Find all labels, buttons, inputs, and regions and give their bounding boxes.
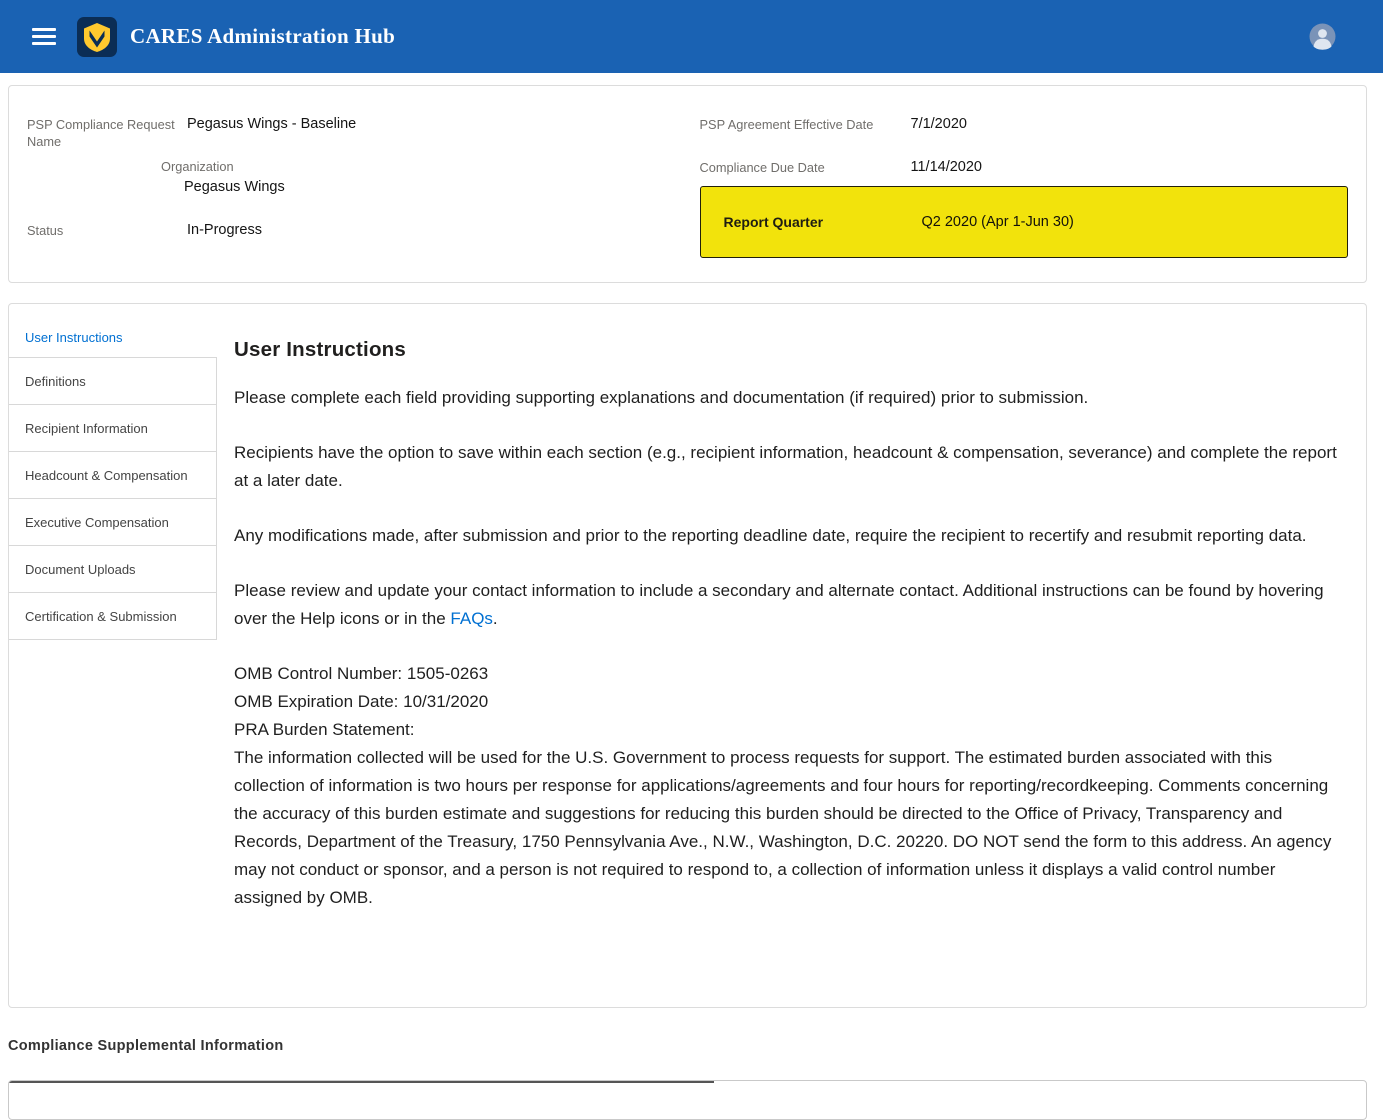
user-avatar-icon[interactable]: [1309, 23, 1336, 50]
instruction-paragraph-4-text: Please review and update your contact in…: [234, 581, 1324, 628]
organization-field: Organization Pegasus Wings: [27, 158, 688, 196]
cares-shield-logo-icon[interactable]: [77, 17, 117, 57]
app-header: CARES Administration Hub: [0, 0, 1383, 73]
hamburger-menu-icon[interactable]: [32, 28, 56, 45]
omb-expiration-date: OMB Expiration Date: 10/31/2020: [234, 688, 1346, 716]
sidebar-item-recipient-information[interactable]: Recipient Information: [9, 404, 217, 452]
instruction-paragraph-3: Any modifications made, after submission…: [234, 522, 1346, 550]
instruction-paragraph-4: Please review and update your contact in…: [234, 577, 1346, 633]
due-date-value: 11/14/2020: [911, 159, 983, 176]
section-nav: User Instructions Definitions Recipient …: [9, 304, 217, 1007]
compliance-summary-card: PSP Compliance Request Name Pegasus Wing…: [8, 85, 1367, 283]
supplemental-panel: [8, 1080, 1367, 1120]
request-name-value: Pegasus Wings - Baseline: [187, 116, 356, 133]
sidebar-item-user-instructions[interactable]: User Instructions: [9, 318, 217, 356]
status-value: In-Progress: [187, 222, 262, 239]
organization-value: Pegasus Wings: [161, 179, 285, 196]
effective-date-field: PSP Agreement Effective Date 7/1/2020: [700, 116, 1349, 133]
effective-date-label: PSP Agreement Effective Date: [700, 116, 911, 133]
report-quarter-label: Report Quarter: [724, 214, 922, 230]
report-quarter-highlight: Report Quarter Q2 2020 (Apr 1-Jun 30): [700, 186, 1349, 258]
due-date-field: Compliance Due Date 11/14/2020: [700, 159, 1349, 176]
request-name-field: PSP Compliance Request Name Pegasus Wing…: [27, 116, 688, 150]
sidebar-item-document-uploads[interactable]: Document Uploads: [9, 545, 217, 593]
pra-burden-label: PRA Burden Statement:: [234, 716, 1346, 744]
app-title: CARES Administration Hub: [130, 24, 395, 49]
omb-block: OMB Control Number: 1505-0263 OMB Expira…: [234, 660, 1346, 912]
effective-date-value: 7/1/2020: [911, 116, 967, 133]
request-name-label: PSP Compliance Request Name: [27, 116, 187, 150]
report-quarter-value: Q2 2020 (Apr 1-Jun 30): [922, 214, 1074, 230]
instruction-paragraph-4-period: .: [493, 609, 498, 628]
organization-label: Organization: [161, 158, 285, 175]
sidebar-item-certification-submission[interactable]: Certification & Submission: [9, 592, 217, 640]
due-date-label: Compliance Due Date: [700, 159, 911, 176]
instruction-paragraph-1: Please complete each field providing sup…: [234, 384, 1346, 412]
sidebar-item-definitions[interactable]: Definitions: [9, 357, 217, 405]
page-title: User Instructions: [234, 338, 1346, 362]
omb-control-number: OMB Control Number: 1505-0263: [234, 660, 1346, 688]
faqs-link[interactable]: FAQs: [450, 609, 493, 628]
status-label: Status: [27, 222, 187, 239]
sidebar-item-headcount-compensation[interactable]: Headcount & Compensation: [9, 451, 217, 499]
summary-left-column: PSP Compliance Request Name Pegasus Wing…: [27, 104, 688, 258]
sidebar-item-executive-compensation[interactable]: Executive Compensation: [9, 498, 217, 546]
user-instructions-content: User Instructions Please complete each f…: [217, 304, 1366, 1007]
supplemental-section-heading: Compliance Supplemental Information: [8, 1038, 1383, 1054]
status-field: Status In-Progress: [27, 222, 688, 239]
summary-right-column: PSP Agreement Effective Date 7/1/2020 Co…: [688, 104, 1349, 258]
supplemental-panel-edge: [8, 1080, 714, 1083]
instruction-paragraph-2: Recipients have the option to save withi…: [234, 439, 1346, 495]
main-panel: User Instructions Definitions Recipient …: [8, 303, 1367, 1008]
pra-burden-text: The information collected will be used f…: [234, 744, 1346, 912]
